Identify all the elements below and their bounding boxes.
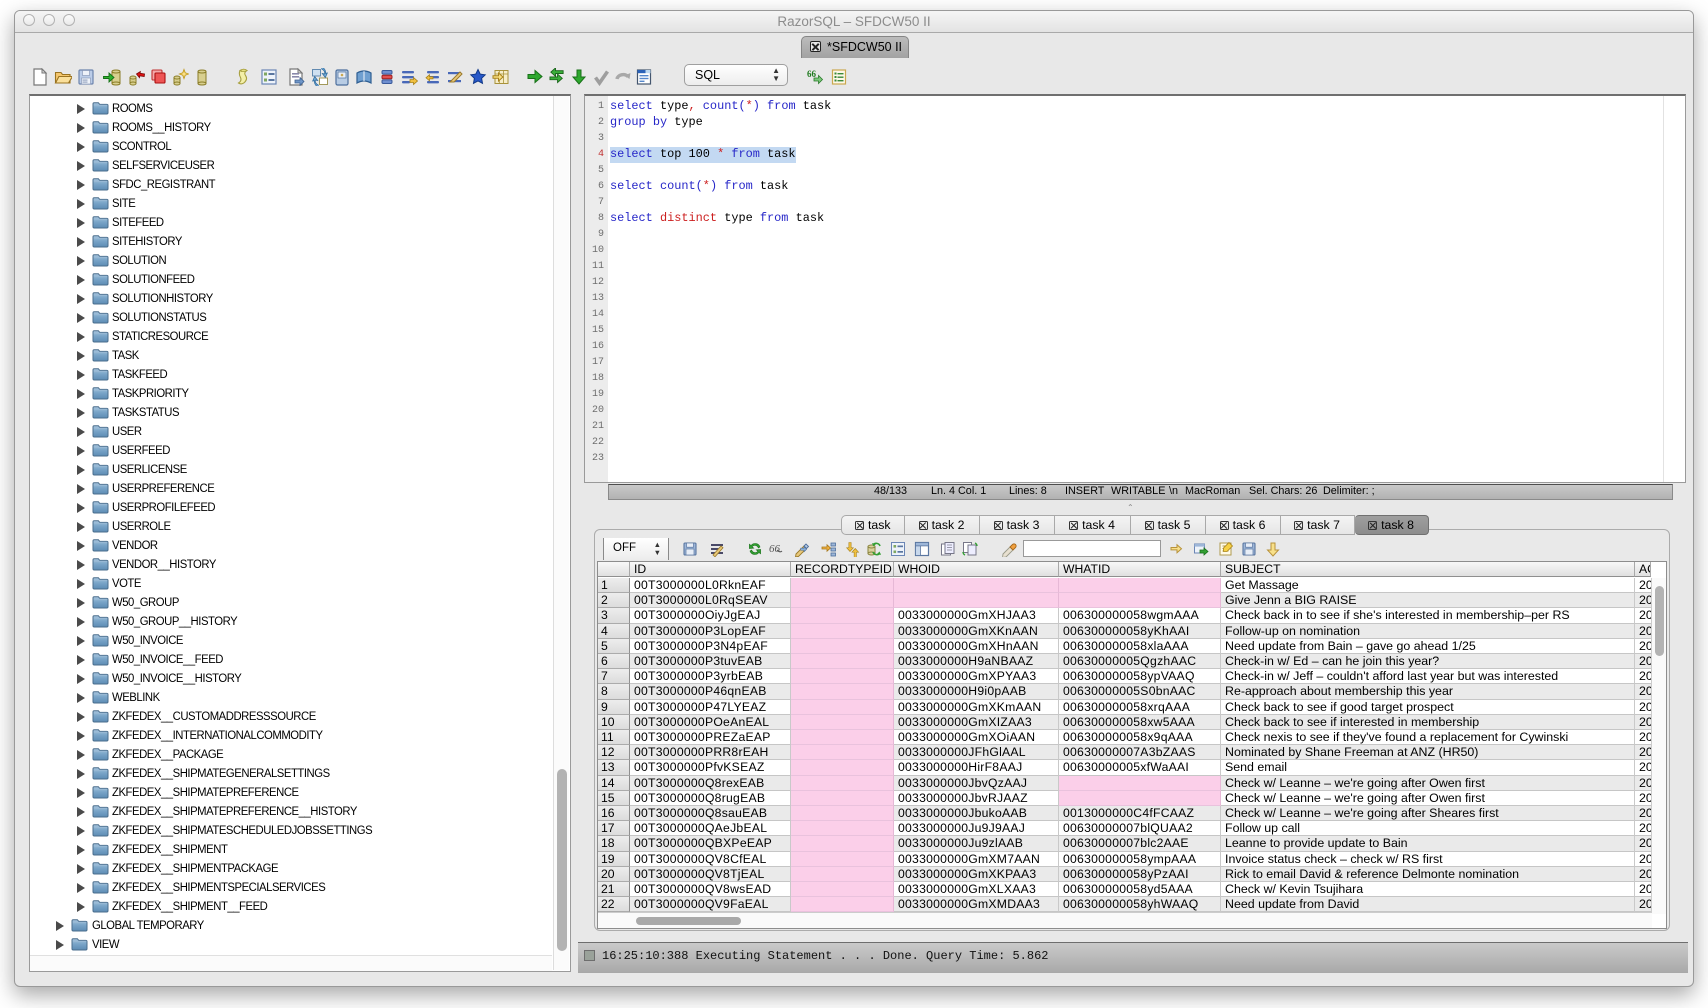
svg-text:66: 66 xyxy=(769,543,781,555)
svg-text:66: 66 xyxy=(807,69,817,79)
